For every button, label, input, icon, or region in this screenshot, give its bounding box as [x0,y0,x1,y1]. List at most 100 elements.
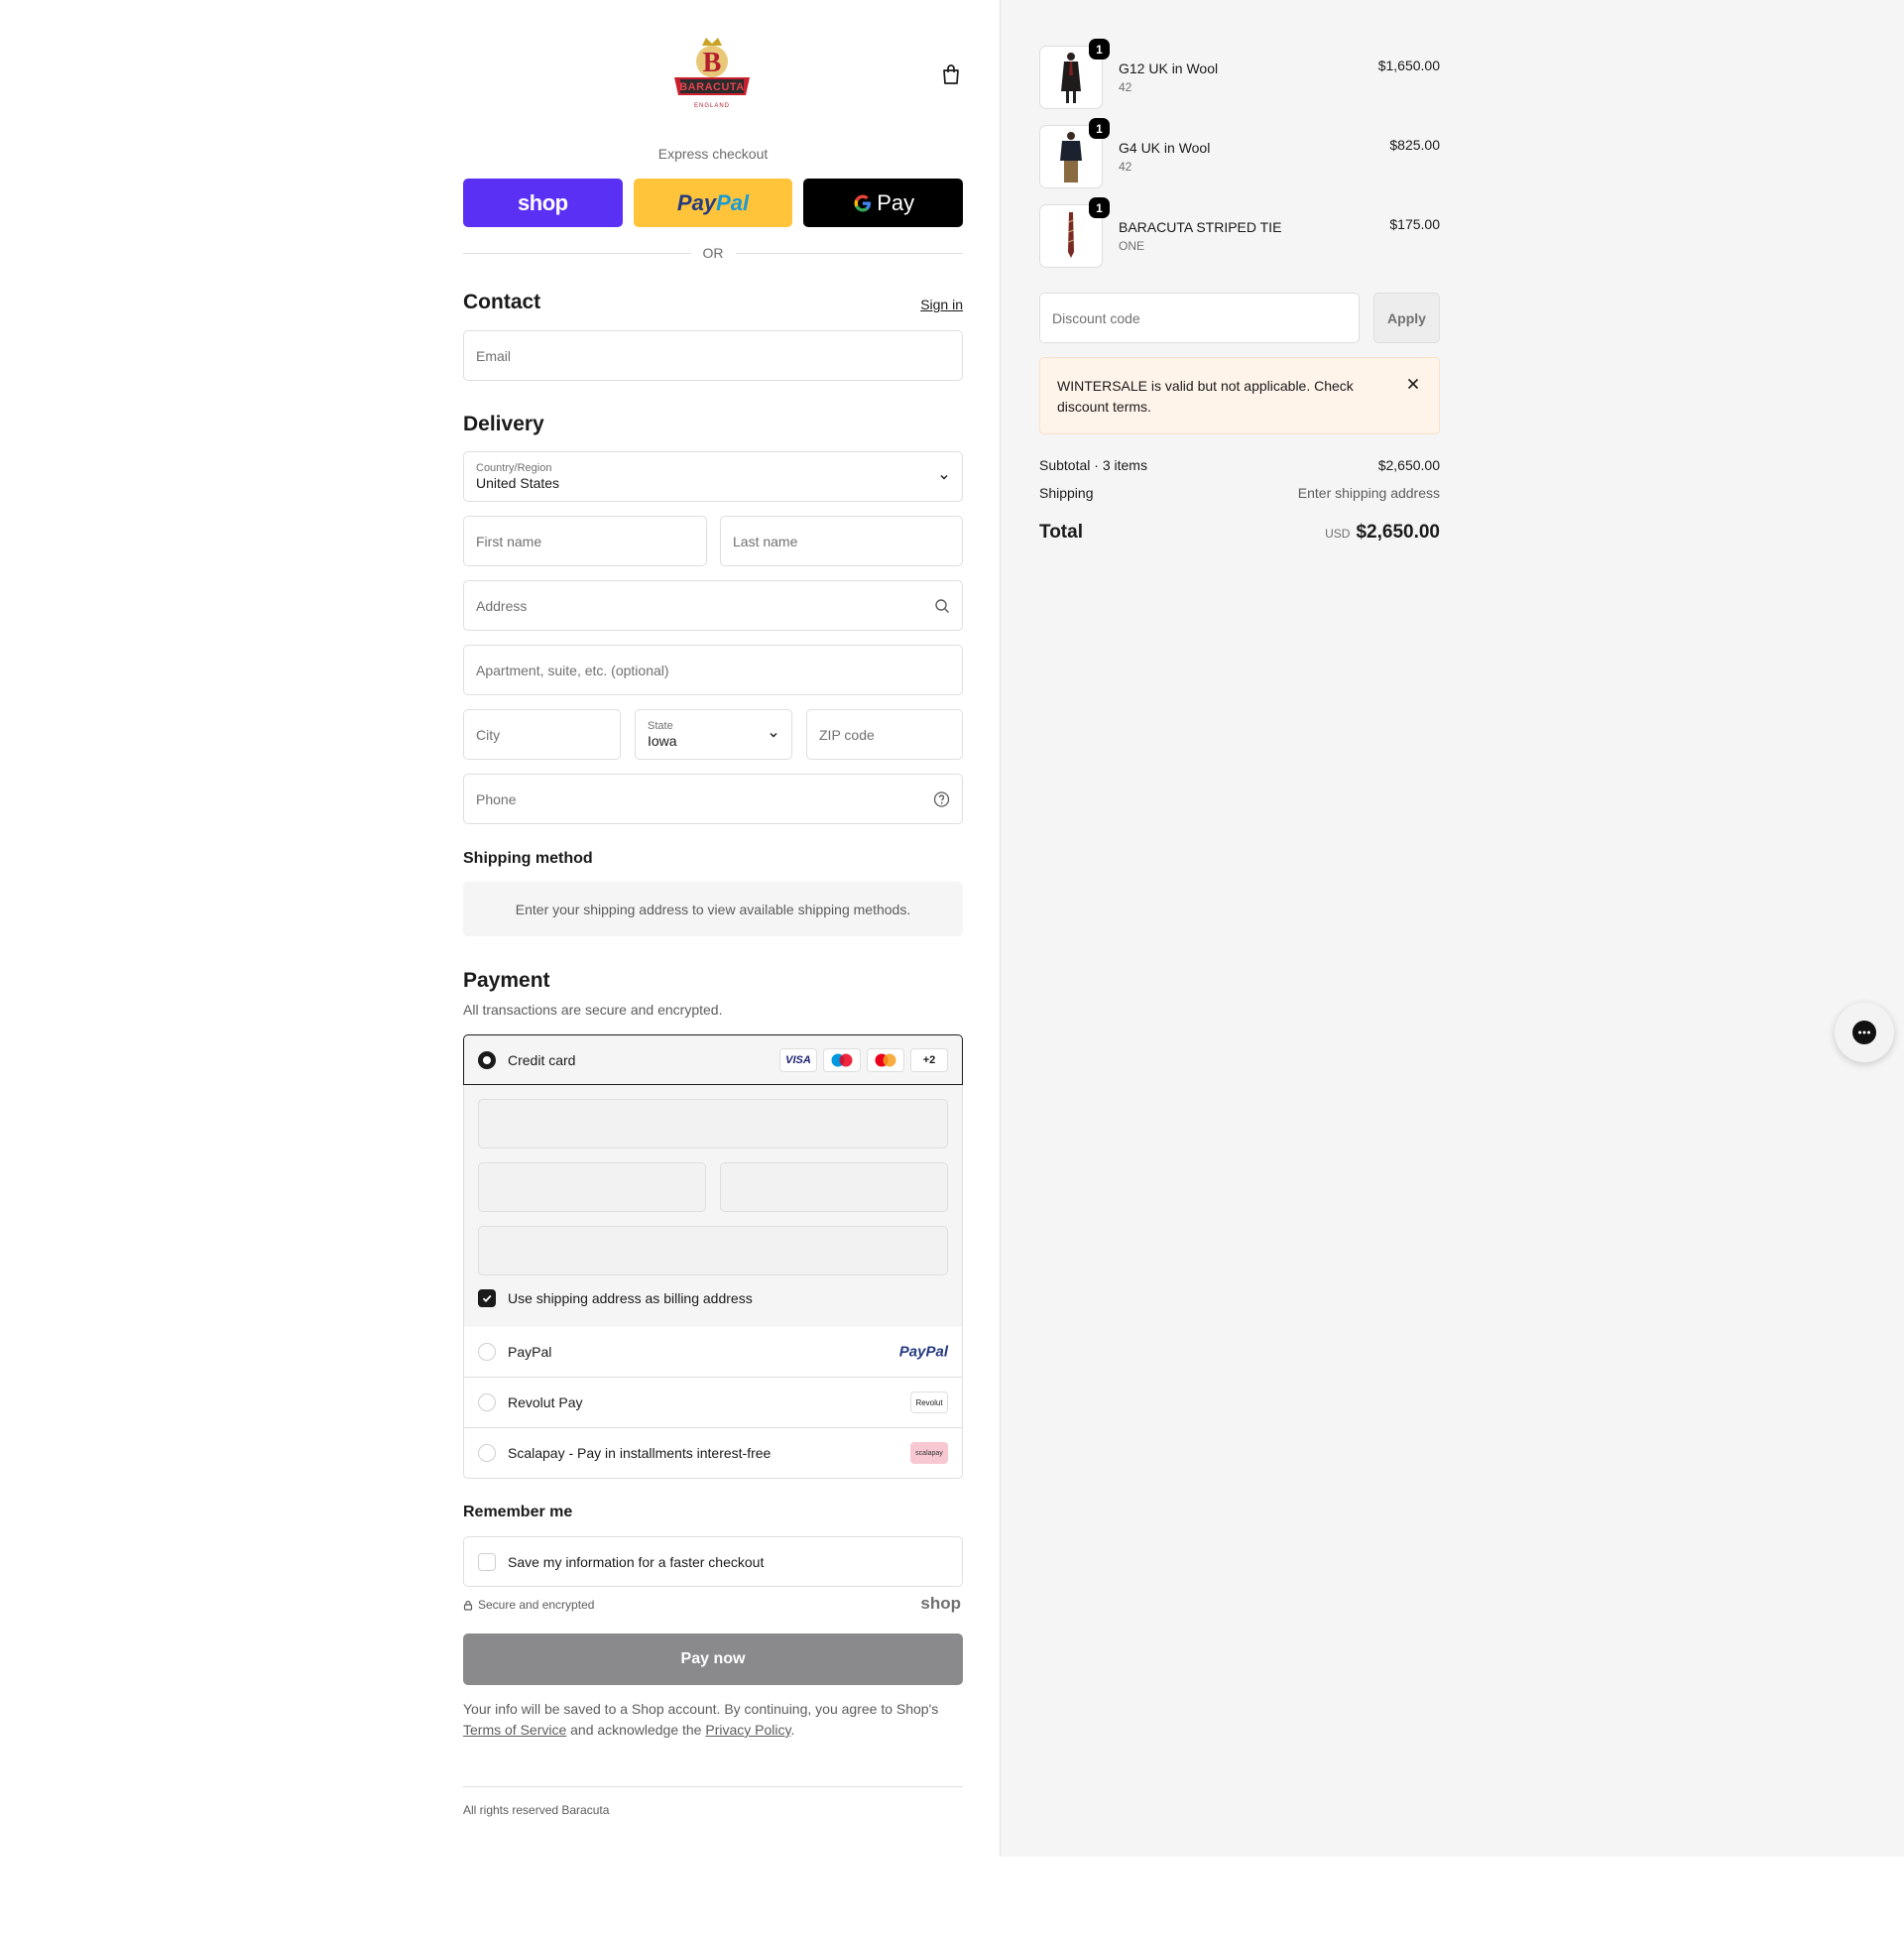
radio-unselected[interactable] [478,1393,496,1411]
billing-same-checkbox[interactable] [478,1289,496,1307]
or-label: OR [702,245,724,261]
google-pay-button[interactable]: Pay [803,179,964,227]
divider-line [735,252,963,254]
item-quantity-badge: 1 [1089,197,1110,218]
tie-product-image [1068,212,1074,258]
legal-text-2: and acknowledge the [570,1722,702,1738]
phone-field[interactable]: Phone [463,774,963,824]
mastercard-circles [875,1053,896,1066]
total-label: Total [1039,522,1083,543]
zip-placeholder: ZIP code [819,726,875,743]
mastercard-icon [867,1047,904,1072]
help-question-icon[interactable] [933,790,950,807]
city-field[interactable]: City [463,709,621,760]
pay-now-button[interactable]: Pay now [463,1634,963,1685]
cart-bag-icon[interactable] [940,63,962,85]
city-placeholder: City [476,726,501,743]
svg-text:BARACUTA: BARACUTA [679,81,745,93]
last-name-field[interactable]: Last name [720,516,963,566]
maestro-icon [823,1047,861,1072]
more-cards-badge: +2 [910,1047,948,1072]
more-cards-label: +2 [922,1053,936,1066]
shipping-method-heading: Shipping method [463,850,593,867]
shipping-label: Shipping [1039,485,1094,501]
payment-subtitle: All transactions are secure and encrypte… [463,1002,723,1018]
item-quantity-badge: 1 [1089,39,1110,60]
contact-heading: Contact [463,291,541,313]
terms-of-service-link[interactable]: Terms of Service [463,1722,566,1738]
payment-option-revolut[interactable]: Revolut Pay Revolut [463,1378,963,1428]
close-icon[interactable] [1405,376,1421,392]
phone-placeholder: Phone [476,790,517,807]
item-price: $175.00 [1389,216,1440,232]
discount-placeholder: Discount code [1052,309,1140,326]
payment-option-credit-card[interactable]: Credit card VISA +2 [463,1034,963,1085]
country-select[interactable]: Country/Region United States [463,451,963,502]
state-select[interactable]: State Iowa [635,709,792,760]
subtotal-label: Subtotal · 3 items [1039,457,1147,473]
card-cvv-field[interactable] [720,1162,948,1212]
radio-unselected[interactable] [478,1444,496,1462]
lock-icon [463,1600,473,1611]
last-name-placeholder: Last name [733,533,798,549]
billing-same-checkbox-row[interactable]: Use shipping address as billing address [478,1289,753,1307]
item-price: $825.00 [1389,137,1440,153]
discount-code-input[interactable]: Discount code [1039,293,1360,343]
express-checkout-buttons: shop Pay Pal Pay [463,179,964,227]
subtotal-value: $2,650.00 [1377,457,1440,473]
card-brand-badges: VISA +2 [779,1047,948,1072]
product-thumbnail: 1 [1039,39,1110,109]
radio-unselected[interactable] [478,1343,496,1361]
cart-item: 1 G12 UK in Wool 42 $1,650.00 [1039,39,1440,109]
svg-text:B: B [703,48,722,78]
apartment-field[interactable]: Apartment, suite, etc. (optional) [463,645,963,695]
revolut-badge: Revolut [910,1392,948,1413]
payment-option-scalapay[interactable]: Scalapay - Pay in installments interest-… [463,1428,963,1479]
paypal-label-pay: Pay [676,189,717,215]
legal-text-3: . [790,1722,795,1738]
maestro-circles [831,1053,853,1066]
country-label: Country/Region [476,462,552,474]
save-info-checkbox[interactable] [478,1552,496,1571]
privacy-policy-link[interactable]: Privacy Policy [705,1722,790,1738]
first-name-field[interactable]: First name [463,516,707,566]
payment-heading: Payment [463,969,550,992]
billing-same-label: Use shipping address as billing address [508,1290,753,1306]
chat-bubble-icon [1852,1021,1876,1044]
credit-card-form: Use shipping address as billing address [463,1085,963,1327]
jacket-product-image [1060,132,1082,182]
save-info-checkbox-row[interactable]: Save my information for a faster checkou… [463,1536,963,1587]
shipping-value: Enter shipping address [1297,485,1440,501]
state-value: Iowa [648,733,677,749]
payment-option-paypal[interactable]: PayPal PayPal [463,1327,963,1378]
scalapay-logo-text: scalapay [915,1449,943,1457]
item-quantity-badge: 1 [1089,118,1110,139]
card-number-field[interactable] [478,1099,948,1149]
radio-selected[interactable] [478,1050,496,1069]
remember-me-heading: Remember me [463,1504,573,1520]
address-field[interactable]: Address [463,580,963,631]
total-row: Total USD $2,650.00 [1039,522,1440,544]
zip-field[interactable]: ZIP code [806,709,963,760]
credit-card-label: Credit card [508,1051,576,1068]
item-variant: 42 [1119,160,1132,174]
sign-in-link[interactable]: Sign in [920,297,963,312]
shipping-row: Shipping Enter shipping address [1039,485,1440,501]
chevron-down-icon [940,474,948,479]
or-divider: OR [463,244,963,262]
card-name-field[interactable] [478,1226,948,1275]
cart-item: 1 G4 UK in Wool 42 $825.00 [1039,118,1440,188]
card-expiry-field[interactable] [478,1162,706,1212]
shipping-method-message: Enter your shipping address to view avai… [515,901,911,917]
apply-discount-button[interactable]: Apply [1373,293,1440,343]
email-field[interactable]: Email [463,330,963,381]
visa-label: VISA [785,1053,811,1066]
brand-logo[interactable]: B BARACUTA ENGLAND [670,36,754,115]
payment-options: Credit card VISA +2 Use shipping address… [463,1034,963,1479]
chat-widget-button[interactable] [1835,1003,1894,1062]
paypal-express-button[interactable]: Pay Pal [633,179,793,227]
shop-pay-button[interactable]: shop [463,179,623,227]
total-currency: USD [1325,527,1351,541]
scalapay-option-label: Scalapay - Pay in installments interest-… [508,1445,772,1461]
visa-icon: VISA [779,1047,817,1072]
